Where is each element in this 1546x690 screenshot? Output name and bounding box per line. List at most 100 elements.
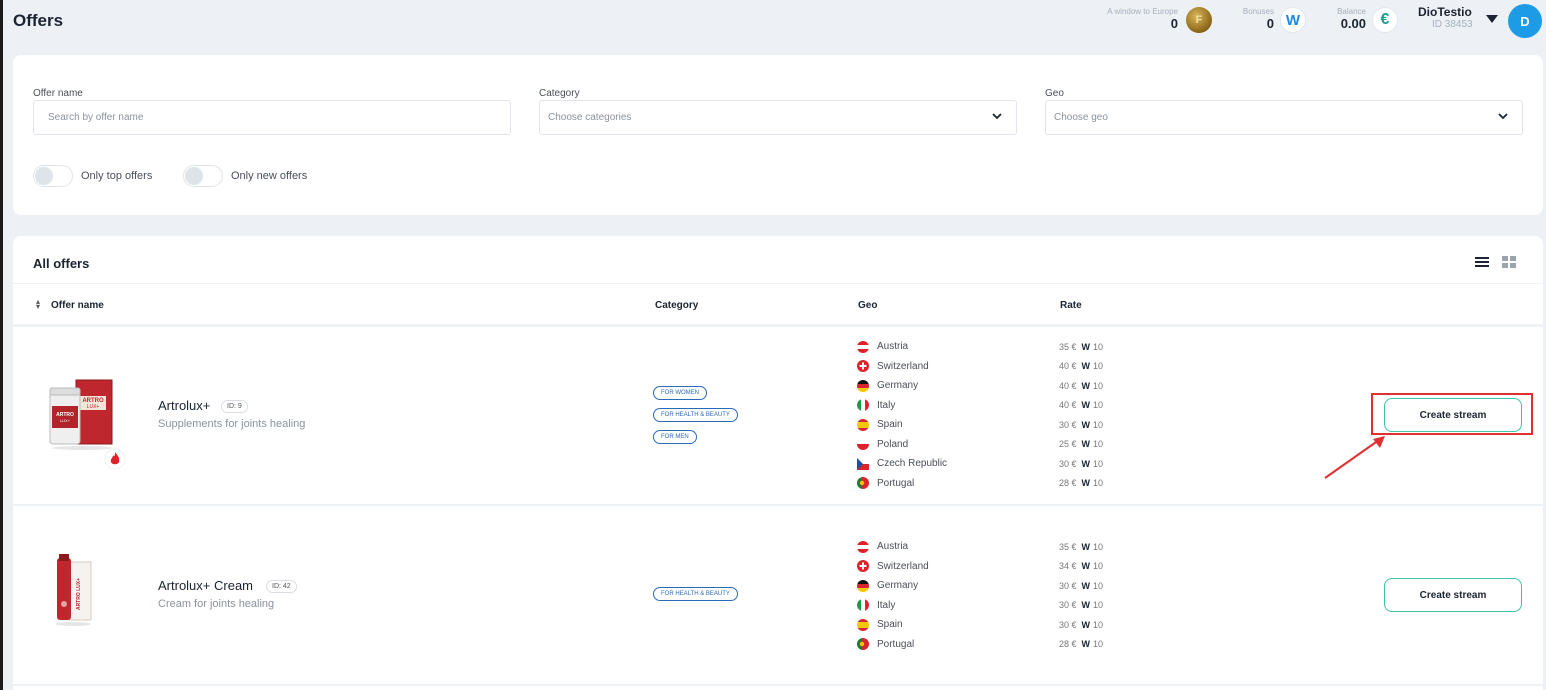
bonus-value: 10 <box>1093 639 1104 650</box>
rate-list: 35 € W 10 34 € W 10 30 € W 10 30 € W 10 30 € W 10 … <box>1059 537 1103 654</box>
column-header-offer-name[interactable]: Offer name <box>51 300 104 311</box>
avatar[interactable]: D <box>1508 4 1542 38</box>
geo-item: Spain <box>857 615 929 635</box>
annotation-arrow <box>1324 436 1385 479</box>
geo-item: Germany <box>857 576 929 596</box>
switzerland-flag-icon <box>857 560 869 573</box>
offer-description: Supplements for joints healing <box>158 418 306 430</box>
poland-flag-icon <box>857 438 869 451</box>
rate-value: 40 € <box>1059 400 1077 411</box>
geo-select[interactable]: Choose geo <box>1045 100 1523 135</box>
germany-flag-icon <box>857 379 869 392</box>
geo-country: Germany <box>877 580 919 592</box>
euro-icon: € <box>1372 7 1398 33</box>
bonus-value: 10 <box>1093 380 1104 391</box>
geo-country: Switzerland <box>877 360 929 372</box>
offer-id-badge: ID: 9 <box>221 400 248 413</box>
offer-description: Cream for joints healing <box>158 598 275 610</box>
column-header-geo: Geo <box>858 300 878 311</box>
category-select[interactable]: Choose categories <box>539 100 1017 135</box>
czech-flag-icon <box>857 457 869 470</box>
bonus-value: 10 <box>1093 600 1104 611</box>
offer-id-badge: ID: 42 <box>266 580 297 593</box>
rate-item: 40 € W 10 <box>1059 376 1103 396</box>
offer-name[interactable]: Artrolux+ Cream <box>158 578 253 593</box>
rate-value: 30 € <box>1059 600 1077 611</box>
list-view-icon[interactable] <box>1475 256 1489 268</box>
only-top-offers-toggle[interactable] <box>33 165 73 187</box>
bonus-w-icon: W <box>1081 361 1091 372</box>
sort-icon[interactable]: ▴ ▾ <box>36 298 40 311</box>
bonus-value: 10 <box>1093 361 1104 372</box>
offer-name[interactable]: Artrolux+ <box>158 398 210 413</box>
offer-name-label: Offer name <box>33 88 83 99</box>
geo-country: Portugal <box>877 638 915 650</box>
geo-country: Czech Republic <box>877 458 948 470</box>
category-label: Category <box>539 88 580 99</box>
stat-label: A window to Europe <box>1107 7 1178 16</box>
geo-list: Austria Switzerland Germany Italy Spain … <box>857 337 947 493</box>
geo-item: Poland <box>857 435 947 455</box>
offer-name-search-input[interactable]: Search by offer name <box>33 100 511 135</box>
rate-value: 30 € <box>1059 580 1077 591</box>
create-stream-button[interactable]: Create stream <box>1384 398 1522 432</box>
switzerland-flag-icon <box>857 360 869 373</box>
filters-panel: Offer name Search by offer name Category… <box>13 55 1543 215</box>
bonus-w-icon: W <box>1081 341 1091 352</box>
svg-text:LUX+: LUX+ <box>87 404 100 410</box>
bonus-w-icon: W <box>1081 439 1091 450</box>
divider <box>13 324 1543 327</box>
germany-flag-icon <box>857 579 869 592</box>
user-menu-caret-icon[interactable] <box>1486 15 1498 23</box>
rate-value: 34 € <box>1059 561 1077 572</box>
category-badge: FOR HEALTH & BEAUTY <box>653 408 738 422</box>
stat-label: Balance <box>1337 7 1366 16</box>
create-stream-button[interactable]: Create stream <box>1384 578 1522 612</box>
italy-flag-icon <box>857 399 869 412</box>
category-badge: FOR MEN <box>653 430 697 444</box>
rate-item: 30 € W 10 <box>1059 415 1103 435</box>
only-new-offers-toggle[interactable] <box>183 165 223 187</box>
category-badge: FOR WOMEN <box>653 386 707 400</box>
rate-value: 40 € <box>1059 380 1077 391</box>
stat-label: Bonuses <box>1242 7 1274 16</box>
bonus-value: 10 <box>1093 561 1104 572</box>
geo-country: Austria <box>877 341 909 353</box>
bonus-w-icon: W <box>1081 580 1091 591</box>
bonus-w-icon: W <box>1081 639 1091 650</box>
window-edge <box>0 0 3 690</box>
bonus-w-icon: W <box>1081 561 1091 572</box>
austria-flag-icon <box>857 540 869 553</box>
hot-offer-icon <box>104 448 126 470</box>
w-coin-icon: W <box>1280 7 1306 33</box>
svg-text:LUX+: LUX+ <box>60 418 71 423</box>
divider <box>13 684 1543 686</box>
svg-text:ARTRO LUX+: ARTRO LUX+ <box>76 578 82 610</box>
stat-value: 0 <box>1266 16 1274 31</box>
geo-item: Czech Republic <box>857 454 947 474</box>
rate-item: 28 € W 10 <box>1059 474 1103 494</box>
category-placeholder: Choose categories <box>548 112 632 123</box>
grid-view-icon[interactable] <box>1502 256 1516 268</box>
bonus-w-icon: W <box>1081 541 1091 552</box>
rate-value: 30 € <box>1059 458 1077 469</box>
geo-placeholder: Choose geo <box>1054 112 1108 123</box>
rate-item: 30 € W 10 <box>1059 615 1103 635</box>
geo-item: Austria <box>857 337 947 357</box>
rate-value: 30 € <box>1059 419 1077 430</box>
only-new-offers-label: Only new offers <box>231 170 308 182</box>
geo-item: Germany <box>857 376 947 396</box>
rate-value: 28 € <box>1059 478 1077 489</box>
geo-item: Italy <box>857 396 947 416</box>
geo-country: Switzerland <box>877 560 929 572</box>
rate-item: 28 € W 10 <box>1059 635 1103 655</box>
rate-value: 35 € <box>1059 341 1077 352</box>
user-name[interactable]: DioTestio <box>1418 5 1472 19</box>
geo-item: Italy <box>857 596 929 616</box>
geo-country: Germany <box>877 380 919 392</box>
rate-value: 40 € <box>1059 361 1077 372</box>
toggle-knob <box>35 167 53 185</box>
rate-item: 30 € W 10 <box>1059 576 1103 596</box>
geo-item: Switzerland <box>857 357 947 377</box>
bonus-value: 10 <box>1093 400 1104 411</box>
